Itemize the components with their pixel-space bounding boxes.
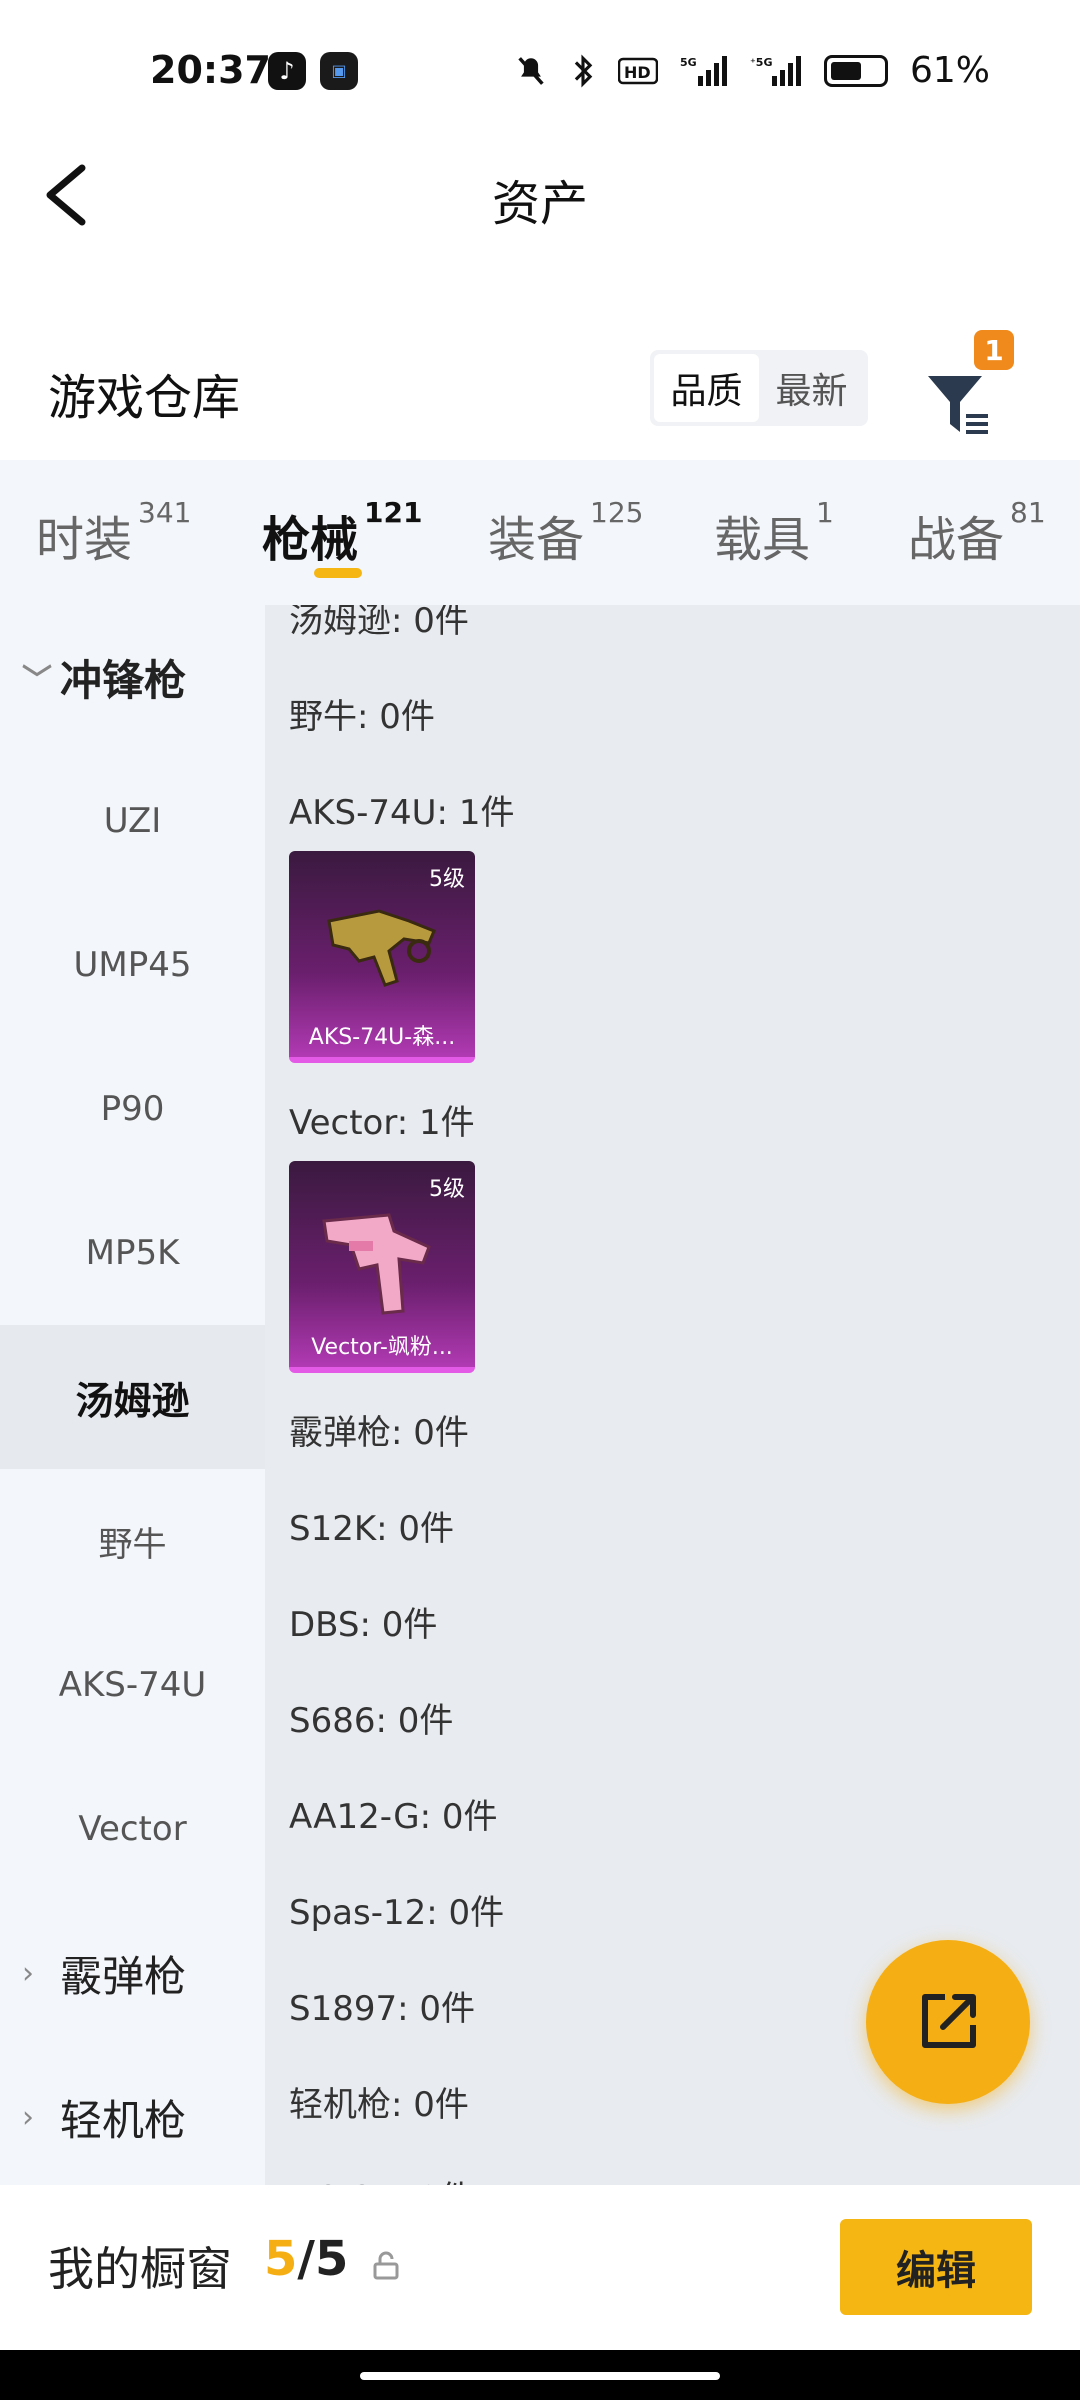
warehouse-title: 游戏仓库 <box>48 370 241 426</box>
list-item: AA12-G: 0件 <box>289 1797 498 1837</box>
list-item: 霰弹枪: 0件 <box>289 1413 469 1453</box>
list-item: DBS: 0件 <box>289 1605 438 1645</box>
sidebar-group-smg[interactable]: ﹀ 冲锋枪 <box>0 605 265 749</box>
showcase-count: 5/5 <box>264 2231 348 2287</box>
showcase-sep: / <box>297 2231 315 2287</box>
list-item: 野牛: 0件 <box>289 697 435 737</box>
sidebar-item-p90[interactable]: P90 <box>0 1037 265 1181</box>
tab-label: 战备 <box>908 512 1005 568</box>
showcase-bar: 我的橱窗 5/5 编辑 <box>0 2185 1080 2350</box>
tab-count: 125 <box>590 496 644 529</box>
item-level: 5级 <box>429 1177 465 1202</box>
tiktok-icon: ♪ <box>268 52 306 90</box>
tab-count: 121 <box>364 496 423 529</box>
hd-icon: HD <box>617 57 658 84</box>
svg-text:5G: 5G <box>680 56 697 69</box>
tab-label: 时装 <box>36 512 133 568</box>
sidebar-group-label: 霰弹枪 <box>60 1951 187 2001</box>
list-item: S1897: 0件 <box>289 1989 476 2029</box>
tab-count: 1 <box>816 496 834 529</box>
sort-option-quality[interactable]: 品质 <box>654 354 759 422</box>
warehouse-header: 游戏仓库 品质 最新 1 <box>0 330 1080 460</box>
share-fab[interactable] <box>866 1940 1030 2104</box>
chevron-right-icon: › <box>22 2099 34 2135</box>
sidebar-item-aks74u[interactable]: AKS-74U <box>0 1613 265 1757</box>
5g-signal-icon: ⁺5G <box>750 55 801 86</box>
sort-option-latest[interactable]: 最新 <box>759 354 864 422</box>
list-item: S12K: 0件 <box>289 1509 455 1549</box>
edit-button[interactable]: 编辑 <box>840 2219 1032 2315</box>
sidebar-item-thompson[interactable]: 汤姆逊 <box>0 1325 265 1469</box>
page-title: 资产 <box>491 176 588 232</box>
weapon-category-sidebar: ﹀ 冲锋枪 UZI UMP45 P90 MP5K 汤姆逊 野牛 AKS-74U … <box>0 605 265 2185</box>
list-item: 轻机枪: 0件 <box>289 2085 469 2125</box>
battery-percent: 61% <box>909 50 990 91</box>
bluetooth-icon <box>574 53 593 88</box>
sort-toggle: 品质 最新 <box>650 350 868 426</box>
tab-weapons[interactable]: 枪械 121 <box>262 496 422 570</box>
list-item: S686: 0件 <box>289 1701 454 1741</box>
sidebar-group-shotgun[interactable]: › 霰弹枪 <box>0 1901 265 2045</box>
status-time: 20:37 <box>150 48 271 92</box>
tab-equipment[interactable]: 装备 125 <box>488 496 643 570</box>
sidebar-group-lmg[interactable]: › 轻机枪 <box>0 2045 265 2185</box>
title-bar: 资产 <box>0 140 1080 250</box>
showcase-label: 我的橱窗 <box>48 2242 232 2296</box>
tab-label: 装备 <box>488 512 585 568</box>
item-name: AKS-74U-森... <box>308 1025 456 1050</box>
tab-fashion[interactable]: 时装 341 <box>36 496 191 570</box>
tab-count: 81 <box>1010 496 1046 529</box>
list-item: Vector: 1件 <box>289 1103 475 1143</box>
other-app-icon: ▣ <box>320 52 358 90</box>
sidebar-item-uzi[interactable]: UZI <box>0 749 265 893</box>
list-item: M2-21: 0件 <box>289 2171 473 2185</box>
home-indicator[interactable] <box>360 2372 720 2380</box>
sidebar-item-ump45[interactable]: UMP45 <box>0 893 265 1037</box>
svg-text:⁺5G: ⁺5G <box>750 56 773 69</box>
status-indicators: HD 5G ⁺5G 61% <box>514 50 990 91</box>
weapon-skin-card[interactable]: 5级 Vector-飒粉... <box>289 1161 475 1373</box>
gun-icon <box>322 1213 431 1315</box>
showcase-current: 5 <box>264 2231 298 2287</box>
tab-vehicles[interactable]: 载具 1 <box>714 496 834 570</box>
item-level: 5级 <box>429 867 465 892</box>
sidebar-item-mp5k[interactable]: MP5K <box>0 1181 265 1325</box>
tab-supplies[interactable]: 战备 81 <box>908 496 1046 570</box>
showcase-total: 5 <box>314 2231 349 2287</box>
list-item: 汤姆逊: 0件 <box>289 605 469 641</box>
tab-label: 载具 <box>714 512 811 568</box>
list-item: AKS-74U: 1件 <box>289 793 515 833</box>
active-tab-indicator <box>314 568 362 578</box>
5g-signal-icon: 5G <box>680 55 727 86</box>
lock-icon <box>373 2251 399 2280</box>
sidebar-group-label: 冲锋枪 <box>60 655 187 705</box>
chevron-down-icon: ﹀ <box>22 663 52 698</box>
status-bar: 20:37 ♪ ▣ HD 5G ⁺5G 61% <box>0 0 1080 140</box>
mute-icon <box>518 56 544 85</box>
sidebar-item-bizon[interactable]: 野牛 <box>0 1469 265 1613</box>
tab-count: 341 <box>138 496 192 529</box>
list-item: Spas-12: 0件 <box>289 1893 505 1933</box>
weapon-skin-card[interactable]: 5级 AKS-74U-森... <box>289 851 475 1063</box>
sidebar-item-vector[interactable]: Vector <box>0 1757 265 1901</box>
item-name: Vector-飒粉... <box>311 1335 453 1360</box>
filter-badge: 1 <box>974 330 1014 370</box>
gun-icon <box>327 909 436 987</box>
svg-text:HD: HD <box>624 63 651 82</box>
category-tabs: 时装 341 枪械 121 装备 125 载具 1 战备 81 <box>0 460 1080 605</box>
external-link-icon <box>922 1994 976 2048</box>
tab-label: 枪械 <box>262 512 359 568</box>
system-nav-bar <box>0 2350 1080 2400</box>
sidebar-group-label: 轻机枪 <box>60 2095 187 2145</box>
battery-icon <box>823 54 888 87</box>
chevron-right-icon: › <box>22 1955 34 1991</box>
